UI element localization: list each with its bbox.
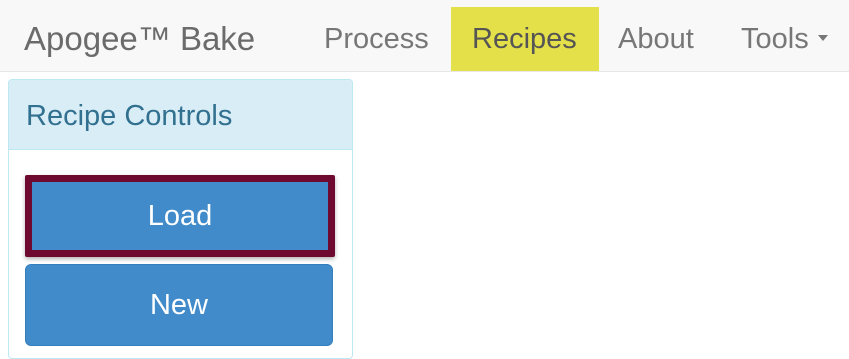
nav-item-label: Tools xyxy=(741,23,809,55)
recipe-controls-panel: Recipe Controls Load New xyxy=(8,79,353,359)
nav-item-process[interactable]: Process xyxy=(306,7,450,71)
navbar: Apogee™ Bake Process Recipes About Tools xyxy=(0,0,849,72)
nav-item-tools-dropdown[interactable]: Tools xyxy=(722,7,849,71)
nav-item-label: Recipes xyxy=(472,23,577,55)
panel-title: Recipe Controls xyxy=(9,80,352,150)
nav-item-about[interactable]: About xyxy=(599,7,721,71)
nav-item-label: About xyxy=(618,23,694,55)
new-button[interactable]: New xyxy=(25,264,333,346)
nav-item-label: Process xyxy=(324,23,429,55)
brand-title[interactable]: Apogee™ Bake xyxy=(24,0,255,72)
nav-item-recipes[interactable]: Recipes xyxy=(451,7,599,71)
caret-down-icon xyxy=(817,35,828,42)
load-button[interactable]: Load xyxy=(25,175,335,257)
